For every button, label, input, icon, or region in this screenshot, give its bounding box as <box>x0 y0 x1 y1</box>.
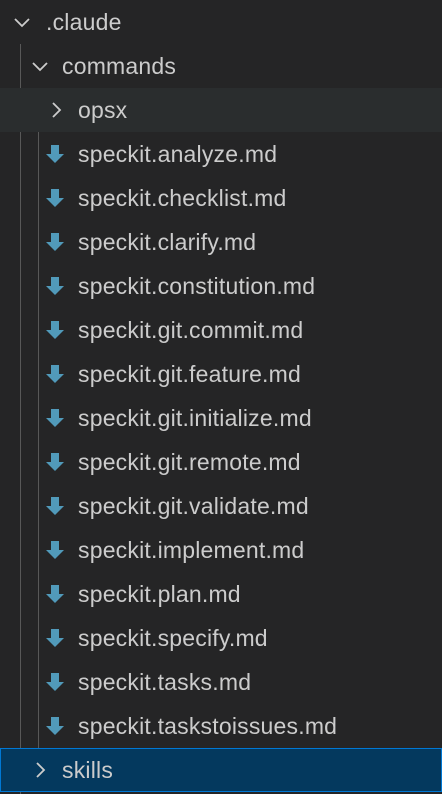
folder-row-opsx[interactable]: opsx <box>0 88 442 132</box>
file-row[interactable]: speckit.checklist.md <box>0 176 442 220</box>
folder-label-opsx: opsx <box>78 97 128 123</box>
file-label: speckit.analyze.md <box>78 141 278 167</box>
markdown-download-icon <box>44 407 66 429</box>
file-label: speckit.clarify.md <box>78 229 257 255</box>
file-row[interactable]: speckit.tasks.md <box>0 660 442 704</box>
chevron-right-icon <box>30 760 50 780</box>
markdown-download-icon <box>44 143 66 165</box>
markdown-download-icon <box>44 363 66 385</box>
file-label: speckit.tasks.md <box>78 669 252 695</box>
file-row[interactable]: speckit.git.remote.md <box>0 440 442 484</box>
file-row[interactable]: speckit.implement.md <box>0 528 442 572</box>
file-row[interactable]: speckit.plan.md <box>0 572 442 616</box>
file-explorer-tree: .claude commands opsx speckit.analyze.md… <box>0 0 442 794</box>
file-label: speckit.plan.md <box>78 581 241 607</box>
file-row[interactable]: speckit.git.feature.md <box>0 352 442 396</box>
folder-row-claude[interactable]: .claude <box>0 0 442 44</box>
folder-row-commands[interactable]: commands <box>0 44 442 88</box>
file-label: speckit.taskstoissues.md <box>78 713 338 739</box>
file-row[interactable]: speckit.clarify.md <box>0 220 442 264</box>
file-label: speckit.git.initialize.md <box>78 405 312 431</box>
file-row[interactable]: speckit.analyze.md <box>0 132 442 176</box>
markdown-download-icon <box>44 671 66 693</box>
folder-label-claude: .claude <box>46 9 122 35</box>
folder-label-commands: commands <box>62 53 177 79</box>
file-row[interactable]: speckit.taskstoissues.md <box>0 704 442 748</box>
markdown-download-icon <box>44 231 66 253</box>
file-row[interactable]: speckit.git.validate.md <box>0 484 442 528</box>
chevron-down-icon <box>12 12 32 32</box>
file-label: speckit.constitution.md <box>78 273 316 299</box>
markdown-download-icon <box>44 319 66 341</box>
folder-label-skills: skills <box>62 757 114 783</box>
file-row[interactable]: speckit.git.initialize.md <box>0 396 442 440</box>
markdown-download-icon <box>44 451 66 473</box>
markdown-download-icon <box>44 539 66 561</box>
markdown-download-icon <box>44 187 66 209</box>
file-label: speckit.git.remote.md <box>78 449 301 475</box>
markdown-download-icon <box>44 715 66 737</box>
file-label: speckit.implement.md <box>78 537 305 563</box>
markdown-download-icon <box>44 275 66 297</box>
file-label: speckit.checklist.md <box>78 185 287 211</box>
file-label: speckit.git.commit.md <box>78 317 304 343</box>
file-row[interactable]: speckit.git.commit.md <box>0 308 442 352</box>
chevron-down-icon <box>30 56 50 76</box>
file-label: speckit.git.feature.md <box>78 361 302 387</box>
markdown-download-icon <box>44 627 66 649</box>
file-label: speckit.specify.md <box>78 625 268 651</box>
chevron-right-icon <box>46 100 66 120</box>
folder-row-skills[interactable]: skills <box>0 748 442 792</box>
markdown-download-icon <box>44 583 66 605</box>
markdown-download-icon <box>44 495 66 517</box>
file-row[interactable]: speckit.constitution.md <box>0 264 442 308</box>
file-label: speckit.git.validate.md <box>78 493 309 519</box>
file-row[interactable]: speckit.specify.md <box>0 616 442 660</box>
